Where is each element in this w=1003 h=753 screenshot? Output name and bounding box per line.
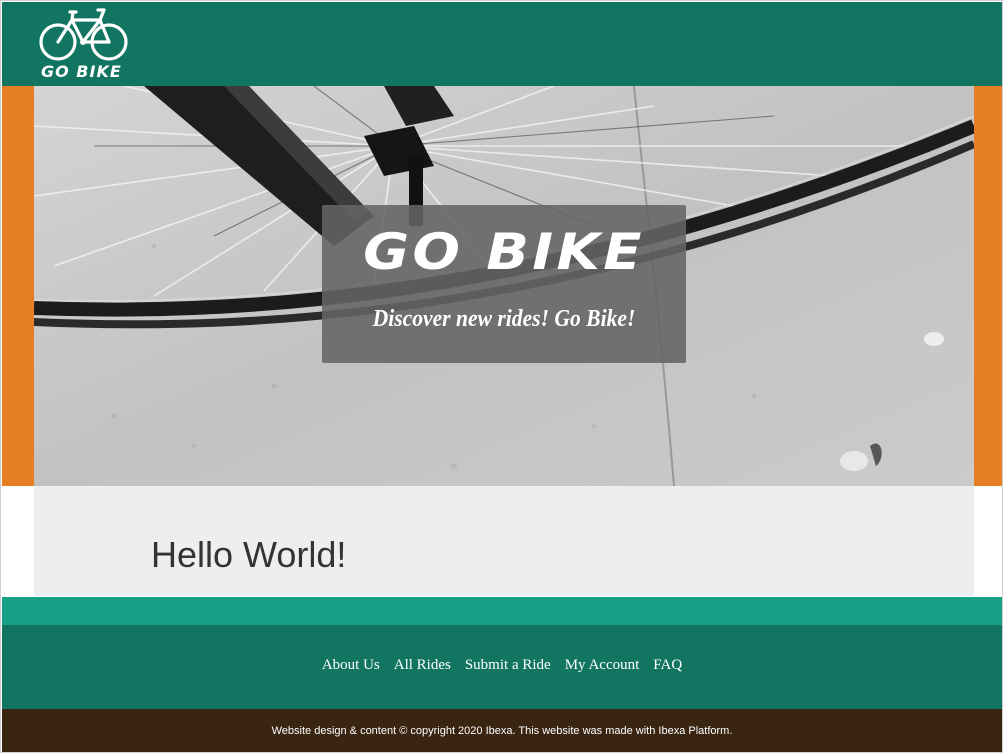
- orange-band-right: [974, 86, 1002, 486]
- footer-nav-item: My Account: [565, 657, 640, 674]
- hero-tagline: Discover new rides! Go Bike!: [372, 306, 636, 332]
- hero-banner: GO BIKE Discover new rides! Go Bike!: [34, 86, 974, 486]
- site-logo-link[interactable]: GO BIKE: [38, 6, 130, 82]
- footer-nav-item: FAQ: [653, 657, 682, 674]
- footer-link-all-rides[interactable]: All Rides: [394, 657, 451, 673]
- hero-title: GO BIKE: [363, 223, 645, 281]
- page-heading: Hello World!: [151, 534, 347, 575]
- orange-band-left: [2, 86, 34, 486]
- footer-nav-item: About Us: [322, 657, 380, 674]
- footer-accent-strip: [2, 597, 1002, 625]
- footer-nav-list: About Us All Rides Submit a Ride My Acco…: [2, 657, 1002, 674]
- footer-nav: About Us All Rides Submit a Ride My Acco…: [2, 625, 1002, 709]
- main-content: Hello World!: [34, 486, 974, 596]
- site-header: GO BIKE: [2, 2, 1002, 86]
- footer-link-faq[interactable]: FAQ: [653, 657, 682, 673]
- copyright-bar: Website design & content © copyright 202…: [2, 709, 1002, 752]
- logo-text: GO BIKE: [41, 62, 122, 81]
- footer-nav-item: Submit a Ride: [465, 657, 551, 674]
- bicycle-icon: [39, 8, 128, 61]
- footer-link-about-us[interactable]: About Us: [322, 657, 380, 673]
- footer-link-my-account[interactable]: My Account: [565, 657, 640, 673]
- hero-overlay-card: GO BIKE Discover new rides! Go Bike!: [322, 205, 686, 363]
- footer-link-submit-ride[interactable]: Submit a Ride: [465, 657, 551, 673]
- page-frame: GO BIKE GO BIKE Discover new rides! Go B…: [0, 0, 1003, 753]
- copyright-text: Website design & content © copyright 202…: [271, 725, 733, 737]
- footer-nav-item: All Rides: [394, 657, 451, 674]
